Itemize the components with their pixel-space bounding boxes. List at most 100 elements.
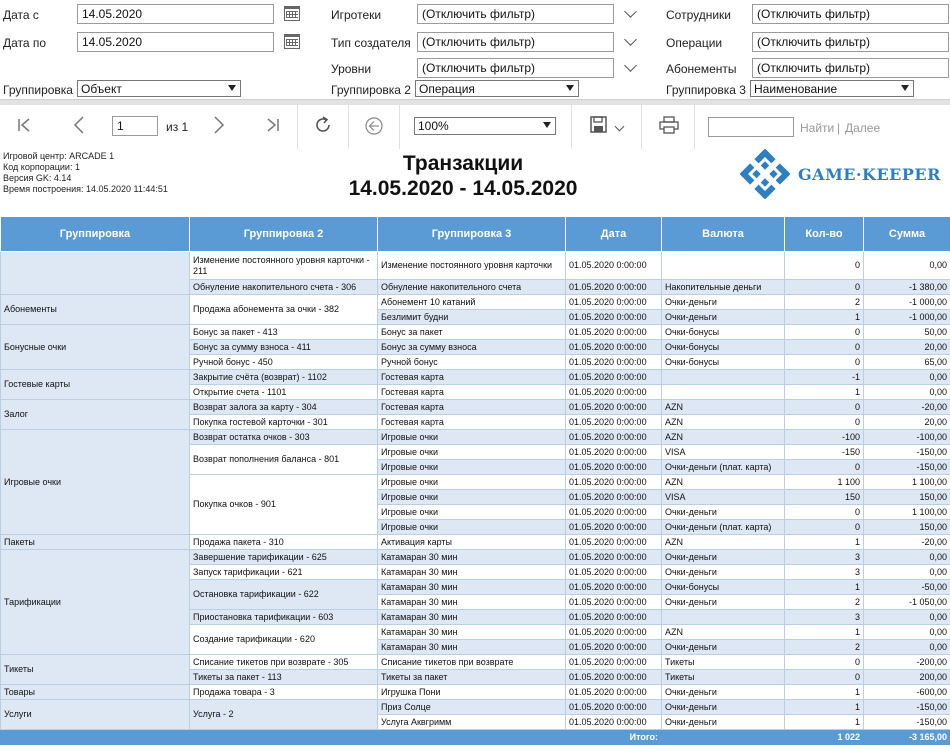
print-icon[interactable] (659, 116, 679, 134)
table-cell: 01.05.2020 0:00:00 (565, 699, 662, 715)
employees-filter[interactable]: (Отключить фильтр) (752, 4, 949, 24)
table-cell: 0,00 (863, 369, 950, 385)
table-row: Услуги Услуга - 2 Приз Солце 01.05.2020 0:0… (0, 699, 950, 730)
col-header[interactable]: Дата (565, 216, 662, 252)
find-button[interactable]: Найти (800, 121, 834, 135)
table-cell: Игровые очки (377, 504, 566, 520)
table-cell: Приостановка тарификации - 603 (189, 609, 378, 625)
table-row: Тикеты Списание тикетов при возврате - 30… (0, 654, 950, 685)
col-header[interactable]: Сумма (863, 216, 950, 252)
table-cell: -150,00 (863, 699, 950, 715)
transactions-table: Группировка Группировка 2 Группировка 3 … (0, 216, 950, 745)
table-cell: Приз Солце (377, 699, 566, 715)
table-cell: 01.05.2020 0:00:00 (565, 309, 662, 325)
table-cell: 0,00 (863, 549, 950, 565)
chevron-down-icon[interactable] (614, 121, 625, 132)
first-page-icon[interactable] (17, 117, 33, 133)
table-cell (661, 369, 785, 385)
table-cell (0, 251, 190, 295)
operations-filter[interactable]: (Отключить фильтр) (752, 32, 949, 52)
table-cell: Услуга Аквгримм (377, 714, 566, 730)
col-header[interactable]: Группировка 2 (189, 216, 378, 252)
date-to-label: Дата по (3, 36, 47, 50)
table-cell: Списание тикетов при возврате - 305 (189, 654, 378, 670)
table-cell: 0 (784, 354, 864, 370)
table-cell: 1 (784, 309, 864, 325)
table-cell: 01.05.2020 0:00:00 (565, 324, 662, 340)
table-cell: -150,00 (863, 444, 950, 460)
table-cell: Игровые очки (377, 459, 566, 475)
refresh-icon[interactable] (313, 115, 333, 135)
col-header[interactable]: Кол-во (784, 216, 864, 252)
chevron-down-icon[interactable] (624, 33, 637, 46)
search-input[interactable] (708, 117, 794, 137)
zoom-select[interactable]: 100% (414, 117, 556, 135)
date-from-input[interactable]: 14.05.2020 (77, 4, 274, 24)
table-cell: 01.05.2020 0:00:00 (565, 354, 662, 370)
toolbar-separator (297, 105, 298, 149)
table-cell: Очки-деньги (661, 504, 785, 520)
table-cell: Закрытие счёта (возврат) - 1102 (189, 369, 378, 385)
logo: GAME·KEEPER (740, 149, 950, 199)
next-page-icon[interactable] (212, 116, 226, 134)
table-cell: Игровые очки (377, 519, 566, 535)
table-cell: 0 (784, 519, 864, 535)
creator-type-label: Тип создателя (331, 36, 411, 50)
calendar-icon[interactable] (284, 6, 300, 21)
grouping-select[interactable]: Объект (77, 80, 241, 97)
table-cell: Бонусные очки (0, 324, 190, 370)
calendar-icon[interactable] (284, 34, 300, 49)
meta-arcade: Игровой центр: ARCADE 1 (3, 151, 115, 161)
levels-label: Уровни (331, 62, 372, 76)
table-cell: 3 (784, 609, 864, 625)
table-cell: Катамаран 30 мин (377, 609, 566, 625)
table-cell: Покупка гостевой карточки - 301 (189, 414, 378, 430)
grouping3-label: Группировка 3 (666, 83, 746, 97)
table-cell: 20,00 (863, 414, 950, 430)
next-button[interactable]: Далее (845, 121, 880, 135)
table-cell: Тарификации (0, 549, 190, 655)
creator-type-filter[interactable]: (Отключить фильтр) (417, 32, 614, 52)
table-cell: 01.05.2020 0:00:00 (565, 339, 662, 355)
table-cell: Очки-деньги (плат. карта) (661, 519, 785, 535)
grouping-label: Группировка (3, 83, 73, 97)
page-number-input[interactable]: 1 (112, 116, 158, 136)
grouping2-select[interactable]: Операция (415, 80, 579, 97)
table-cell: 2 (784, 294, 864, 310)
table-cell: 01.05.2020 0:00:00 (565, 474, 662, 490)
col-header[interactable]: Валюта (661, 216, 785, 252)
table-cell: 0 (784, 669, 864, 685)
table-row: Пакеты Продажа пакета - 310 Активация карт… (0, 534, 950, 550)
table-cell: Очки-бонусы (661, 339, 785, 355)
table-cell: -150 (784, 444, 864, 460)
table-cell: AZN (661, 414, 785, 430)
table-cell: Очки-деньги (661, 549, 785, 565)
table-cell: Очки-бонусы (661, 324, 785, 340)
arcades-filter[interactable]: (Отключить фильтр) (417, 4, 614, 24)
table-cell: Продажа абонемента за очки - 382 (189, 294, 378, 325)
table-cell: 20,00 (863, 339, 950, 355)
levels-filter[interactable]: (Отключить фильтр) (417, 58, 614, 78)
col-header[interactable]: Группировка 3 (377, 216, 566, 252)
previous-page-icon[interactable] (72, 116, 86, 134)
table-cell: 01.05.2020 0:00:00 (565, 504, 662, 520)
save-icon[interactable] (590, 116, 608, 134)
table-cell: Катамаран 30 мин (377, 564, 566, 580)
table-cell: 3 (784, 549, 864, 565)
dropdown-arrow-icon (543, 122, 551, 128)
subscriptions-filter[interactable]: (Отключить фильтр) (752, 58, 949, 78)
table-cell: Очки-деньги (661, 309, 785, 325)
grouping3-select[interactable]: Наименование (750, 80, 914, 97)
table-header: Группировка Группировка 2 Группировка 3 … (0, 216, 950, 252)
chevron-down-icon[interactable] (624, 59, 637, 72)
chevron-down-icon[interactable] (624, 5, 637, 18)
last-page-icon[interactable] (264, 117, 280, 133)
logo-text: GAME·KEEPER (798, 165, 941, 184)
back-icon[interactable] (364, 116, 384, 136)
table-cell: Списание тикетов при возврате (377, 654, 566, 670)
total-label: Итого: (565, 729, 662, 745)
date-to-input[interactable]: 14.05.2020 (77, 32, 274, 52)
col-header[interactable]: Группировка (0, 216, 190, 252)
table-cell: -1 380,00 (863, 279, 950, 295)
table-cell: 01.05.2020 0:00:00 (565, 251, 662, 280)
